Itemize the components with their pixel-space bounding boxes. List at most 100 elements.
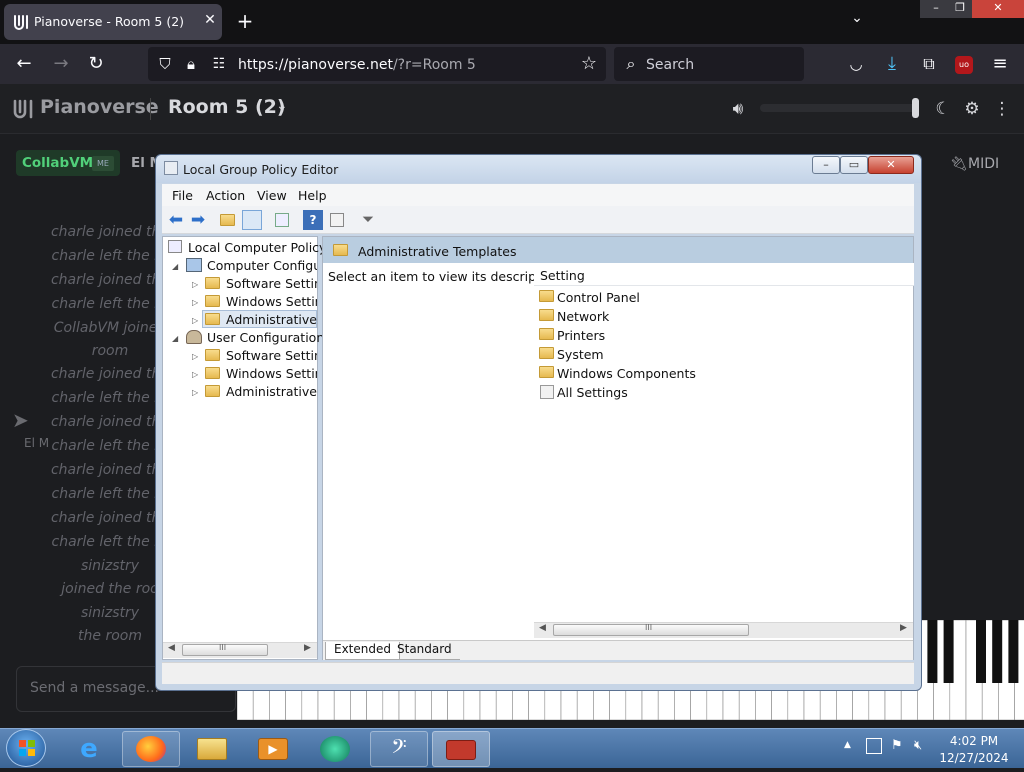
internet-explorer-icon[interactable]: e [74,736,104,762]
clock-time[interactable]: 4:02 PM [944,734,1004,748]
black-key[interactable] [992,620,1003,683]
show-hide-tree-icon[interactable] [242,210,262,230]
tree-item[interactable]: Software Settings [226,348,317,363]
plus-icon[interactable]: + [234,10,256,32]
app-brand: Pianoverse [40,96,159,118]
tree-item[interactable]: Windows Setting [226,366,317,381]
chevron-left-icon[interactable]: ◀ [168,643,175,653]
reload-icon[interactable]: ↻ [85,53,107,75]
expand-icon[interactable]: ▷ [192,298,198,307]
back-arrow-icon[interactable]: ← [13,53,35,75]
back-arrow-icon[interactable]: ⬅ [166,210,186,230]
black-key[interactable] [943,620,954,683]
expand-icon[interactable]: ▷ [192,280,198,289]
midi-button[interactable]: MIDI [968,156,999,172]
expand-icon[interactable]: ▷ [192,370,198,379]
forward-arrow-icon[interactable]: ➡ [188,210,208,230]
export-list-icon[interactable] [272,210,292,230]
list-item[interactable]: All Settings [557,385,628,400]
hamburger-menu-icon[interactable]: ≡ [989,53,1011,75]
close-icon[interactable]: ✕ [200,10,220,30]
moon-icon[interactable]: ☾ [933,99,953,119]
list-item[interactable]: Printers [557,328,605,343]
url-text[interactable]: https://pianoverse.net/?r=Room 5 [238,57,476,73]
browser-tab-active[interactable]: Pianoverse - Room 5 (2) ✕ [4,4,222,40]
gpe-minimize-button[interactable]: – [812,156,840,174]
media-player-icon[interactable]: ▶ [258,738,288,760]
users-icon [186,330,202,344]
tree-root[interactable]: Local Computer Policy [188,240,326,255]
pocket-icon[interactable]: ◡ [845,53,867,75]
help-icon[interactable]: ? [303,210,323,230]
speaker-muted-icon[interactable]: 🔇︎ [914,738,922,753]
volume-slider[interactable] [760,104,916,112]
list-item[interactable]: System [557,347,604,362]
more-vertical-icon[interactable]: ⋮ [992,99,1012,119]
list-item[interactable]: Network [557,309,609,324]
show-hidden-icons[interactable]: ▲ [844,740,851,750]
close-window-button[interactable]: ✕ [972,0,1024,18]
menu-file[interactable]: File [172,188,193,203]
gear-icon[interactable]: ⚙ [962,99,982,119]
pianoverse-logo-icon [14,15,28,30]
collapse-icon[interactable]: ◢ [172,334,178,343]
scroll-grip: III [219,643,227,652]
header-divider [150,98,151,120]
start-button[interactable] [6,729,46,767]
chevron-left-icon[interactable]: ◀ [539,623,546,633]
tree-item-selected[interactable]: Administrative Te [226,312,317,327]
ublock-icon[interactable]: uo [955,56,973,74]
menu-view[interactable]: View [257,188,287,203]
up-folder-icon[interactable] [218,210,238,230]
clock-date[interactable]: 12/27/2024 [936,751,1012,765]
volume-icon[interactable]: 🔊︎ [728,99,748,119]
column-setting[interactable]: Setting [540,268,585,283]
expand-icon[interactable]: ▷ [192,388,198,397]
filter-icon[interactable]: ⏷ [358,210,378,230]
forward-arrow-icon[interactable]: → [50,53,72,75]
extensions-icon[interactable]: ⧉ [918,53,940,75]
collapse-icon[interactable]: ◢ [172,262,178,271]
lock-icon[interactable]: 🔒︎ [180,53,202,75]
volume-slider-handle[interactable] [912,98,919,118]
expand-icon[interactable]: ▷ [192,316,198,325]
tab-standard[interactable]: Standard [389,642,460,660]
plug-icon: 🔌︎ [950,156,968,172]
chevron-right-icon[interactable]: ▶ [900,623,907,633]
menu-action[interactable]: Action [206,188,245,203]
list-item[interactable]: Control Panel [557,290,640,305]
network-icon[interactable] [866,738,882,754]
black-key[interactable] [976,620,986,683]
chevron-down-icon[interactable]: ⌄ [276,98,288,114]
gpe-close-button[interactable]: ✕ [868,156,914,174]
chevron-down-icon[interactable]: ⌄ [846,10,868,32]
room-selector[interactable]: Room 5 (2) [168,96,286,118]
search-bar[interactable] [614,47,804,81]
explorer-folder-icon[interactable] [197,738,227,760]
star-icon[interactable]: ☆ [578,53,600,75]
menu-help[interactable]: Help [298,188,327,203]
app-icon-green[interactable] [320,736,350,762]
remote-cursor-label: El M [24,436,50,450]
column-header[interactable] [534,263,914,286]
flag-icon[interactable]: ⚑ [891,738,903,753]
black-key[interactable] [927,620,938,683]
gpe-maximize-button[interactable]: ▭ [840,156,868,174]
chevron-right-icon[interactable]: ▶ [304,643,311,653]
expand-icon[interactable]: ▷ [192,352,198,361]
folder-icon [205,349,220,361]
tree-computer-config[interactable]: Computer Configura [207,258,317,273]
tree-item[interactable]: Windows Setting [226,294,317,309]
list-item[interactable]: Windows Components [557,366,696,381]
tree-item[interactable]: Software Settings [226,276,317,291]
download-icon[interactable]: ⤓ [881,53,903,75]
search-placeholder[interactable]: Search [646,57,694,73]
toolbox-icon [446,740,476,760]
tree-user-config[interactable]: User Configuration [207,330,324,345]
permissions-icon[interactable]: ☷ [208,53,230,75]
properties-icon[interactable] [327,210,347,230]
chat-input-placeholder[interactable]: Send a message... [30,680,159,696]
black-key[interactable] [1008,620,1019,683]
tree-item[interactable]: Administrative Te [226,384,317,399]
shield-icon[interactable]: ⛉ [154,53,176,75]
